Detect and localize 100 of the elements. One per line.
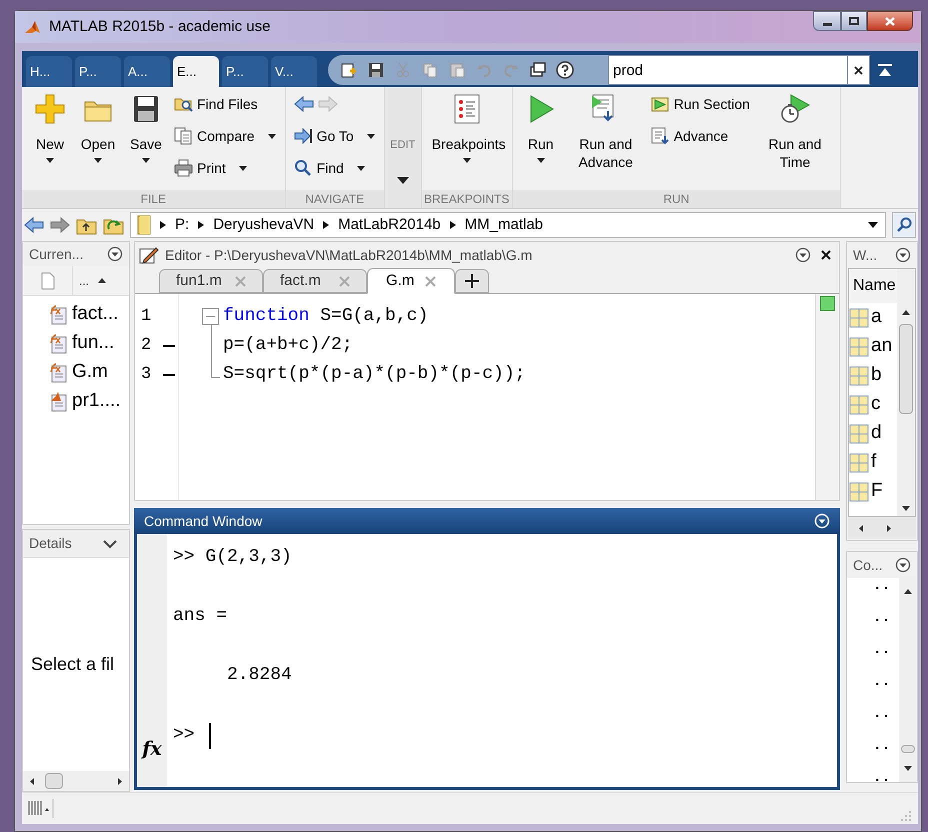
output-value: 2.8284 <box>226 664 293 687</box>
executable-line-marker[interactable] <box>163 374 175 376</box>
ribbon-button[interactable]: Print <box>174 157 277 179</box>
toolstrip-tab[interactable]: V... <box>271 56 317 87</box>
scroll-thumb[interactable] <box>901 745 915 753</box>
file-icon <box>40 272 54 290</box>
scroll-thumb[interactable] <box>899 324 913 414</box>
code-status-indicator <box>820 296 835 311</box>
resize-grip-icon[interactable] <box>899 809 912 822</box>
dropdown-menu-icon[interactable] <box>107 246 123 262</box>
windows-icon[interactable] <box>529 61 547 79</box>
stopwatch-play-icon <box>778 93 811 125</box>
toolstrip-tab[interactable]: H... <box>26 56 72 87</box>
horizontal-scrollbar[interactable] <box>848 517 916 539</box>
new-file-icon[interactable] <box>340 61 358 79</box>
file-name[interactable]: pr1.... <box>72 387 121 416</box>
editor-tab[interactable]: fact.m <box>263 269 367 293</box>
column-header[interactable]: Name <box>849 269 897 303</box>
clear-search-button[interactable] <box>848 55 870 85</box>
panel-title: W... <box>853 246 878 264</box>
file-name[interactable]: fun... <box>72 329 114 358</box>
ribbon-button[interactable]: Run Section <box>650 93 750 115</box>
file-name[interactable]: fact... <box>72 300 118 329</box>
back-arrow-icon[interactable] <box>24 216 44 234</box>
history-entry[interactable]: .. <box>875 706 893 738</box>
function-file-icon <box>49 304 68 325</box>
dropdown-menu-icon[interactable] <box>795 247 811 263</box>
section-label: BREAKPOINTS <box>422 190 512 208</box>
ribbon-button[interactable]: Breakpoints <box>428 93 506 164</box>
ribbon-button[interactable]: Find Files <box>174 93 277 115</box>
variable-name[interactable]: d <box>871 419 882 448</box>
path-segment[interactable]: MM_matlab <box>464 214 544 236</box>
window-title: MATLAB R2015b - academic use <box>49 16 270 37</box>
close-icon[interactable] <box>821 250 831 260</box>
panel-title: Details <box>29 534 72 553</box>
toolstrip-tab[interactable]: A... <box>124 56 170 87</box>
history-entry[interactable]: .. <box>875 610 893 642</box>
separator-arrow-icon <box>159 220 167 230</box>
minimize-button[interactable] <box>813 11 841 31</box>
editor-tab[interactable]: G.m <box>367 268 455 294</box>
toolstrip-tab[interactable]: P... <box>75 56 121 87</box>
toolstrip-tab[interactable]: E... <box>173 56 219 87</box>
history-entry[interactable]: .. <box>875 770 893 782</box>
file-name[interactable]: G.m <box>72 358 108 387</box>
ribbon-button[interactable]: New <box>28 93 72 164</box>
search-button[interactable] <box>892 212 916 238</box>
dropdown-menu-icon[interactable] <box>895 247 911 263</box>
script-file-icon <box>49 391 68 412</box>
history-entry[interactable]: .. <box>875 642 893 674</box>
go-to-icon <box>294 127 313 145</box>
ribbon-button[interactable]: Compare <box>174 125 277 147</box>
edit-section-button[interactable]: EDIT <box>384 87 421 208</box>
chevron-down-icon[interactable] <box>103 538 117 548</box>
variable-name[interactable]: a <box>871 303 882 332</box>
path-segment[interactable]: P: <box>175 214 190 236</box>
column-header[interactable]: ... <box>79 272 90 290</box>
maximize-button[interactable] <box>841 11 867 31</box>
ribbon-button[interactable]: Open <box>76 93 120 164</box>
ribbon-button[interactable]: Find <box>294 157 376 179</box>
scroll-thumb[interactable] <box>45 773 63 789</box>
history-entry[interactable]: .. <box>875 738 893 770</box>
back-arrow-icon[interactable] <box>294 95 314 113</box>
path-segment[interactable]: DeryushevaVN <box>213 214 314 236</box>
variable-name[interactable]: an <box>871 332 892 361</box>
executable-line-marker[interactable] <box>163 344 175 346</box>
ribbon-button[interactable]: Save <box>124 93 168 164</box>
variable-name[interactable]: b <box>871 361 882 390</box>
path-segment[interactable]: MatLabR2014b <box>338 214 441 236</box>
vertical-scrollbar[interactable] <box>897 269 915 516</box>
caret-icon[interactable] <box>867 221 879 229</box>
ribbon-button[interactable]: Go To <box>294 125 376 147</box>
search-field[interactable]: prod <box>608 55 848 85</box>
matlab-logo-icon <box>23 19 41 35</box>
horizontal-scrollbar[interactable] <box>23 771 129 791</box>
save-icon[interactable] <box>367 61 385 79</box>
ribbon-button[interactable]: Run and Advance <box>566 93 645 171</box>
toolstrip-tab[interactable]: P... <box>222 56 268 87</box>
ribbon-button[interactable]: Run <box>518 93 563 164</box>
scroll-left-icon <box>858 524 864 532</box>
editor-tab[interactable]: fun1.m <box>159 269 263 293</box>
variable-name[interactable]: F <box>871 477 883 506</box>
collapse-icon <box>878 64 892 76</box>
new-tab-button[interactable] <box>455 269 489 293</box>
code-line: S=sqrt(p*(p-a)*(p-b)*(p-c)); <box>223 363 526 386</box>
history-entry[interactable]: .. <box>875 578 893 610</box>
ribbon-button[interactable]: Advance <box>650 125 750 147</box>
path-field[interactable]: P: DeryushevaVN MatLabR2014b MM_matlab <box>130 212 886 238</box>
forward-arrow-icon[interactable] <box>50 216 70 234</box>
variable-name[interactable]: f <box>871 448 876 477</box>
help-icon[interactable] <box>556 61 574 79</box>
variable-name[interactable]: c <box>871 390 880 419</box>
ribbon-button[interactable]: Run and Time <box>756 93 834 171</box>
collapse-icon[interactable] <box>202 308 219 325</box>
function-browser-button[interactable]: fx <box>142 740 162 759</box>
close-button[interactable] <box>867 11 913 31</box>
dropdown-menu-icon[interactable] <box>895 557 911 573</box>
output-text: ans = <box>173 605 228 628</box>
collapse-toolstrip-button[interactable] <box>876 61 894 79</box>
function-file-icon <box>49 333 68 354</box>
history-entry[interactable]: .. <box>875 674 893 706</box>
